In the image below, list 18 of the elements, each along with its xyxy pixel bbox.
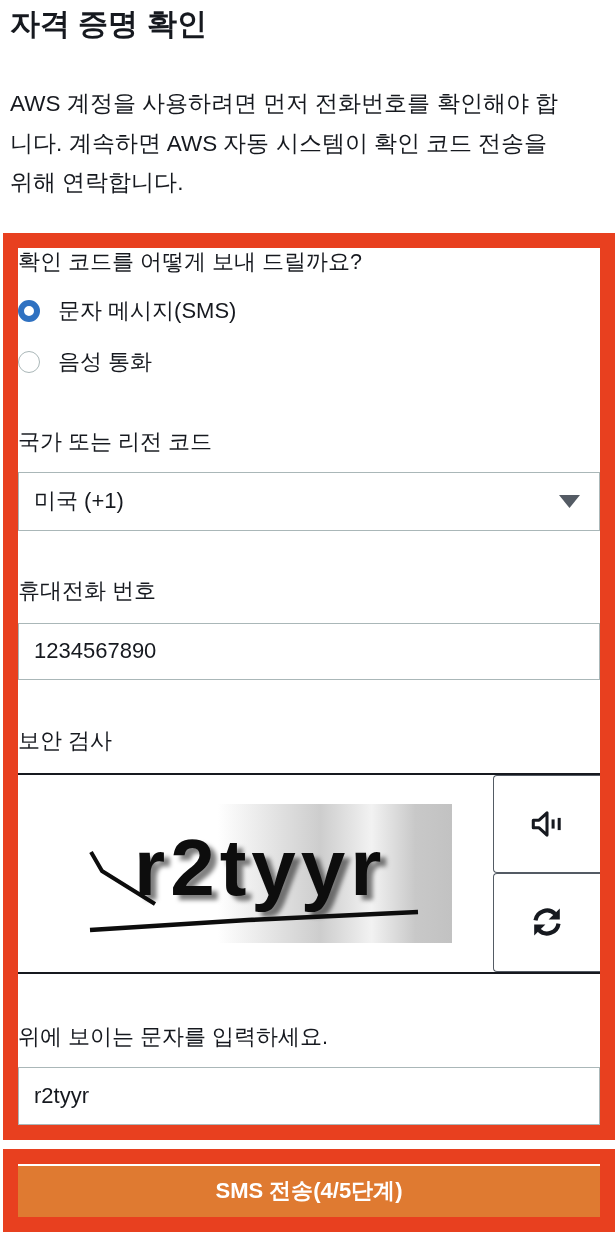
field-label: 확인 코드를 어떻게 보내 드릴까요? <box>18 248 362 276</box>
field-label: 휴대전화 번호 <box>18 577 156 605</box>
radio-label[interactable]: 문자 메시지(SMS) <box>58 297 237 325</box>
captcha-answer-input[interactable]: r2tyyr <box>18 1066 600 1125</box>
refresh-icon <box>531 906 563 939</box>
radio-button[interactable] <box>18 351 40 373</box>
field-label: 국가 또는 리전 코드 <box>18 428 212 456</box>
audio-button[interactable] <box>493 774 600 873</box>
description-text: AWS 계정을 사용하려면 먼저 전화번호를 확인해야 합니다. 계속하면 AWS 자동 시스템이 확인 코드 전송을 위해 연락합니다. <box>10 90 559 197</box>
radio-button[interactable] <box>18 300 40 322</box>
field-label: 보안 검사 <box>18 727 112 755</box>
country-select[interactable]: 미국 (+1) <box>18 471 600 531</box>
page-title: 자격 증명 확인 <box>10 6 208 42</box>
field-label: 위에 보이는 문자를 입력하세요. <box>18 1023 328 1051</box>
refresh-button[interactable] <box>493 873 600 972</box>
caret-icon <box>559 494 580 508</box>
radio-label[interactable]: 음성 통화 <box>58 348 153 376</box>
phone-input[interactable]: 1234567890 <box>18 622 600 680</box>
